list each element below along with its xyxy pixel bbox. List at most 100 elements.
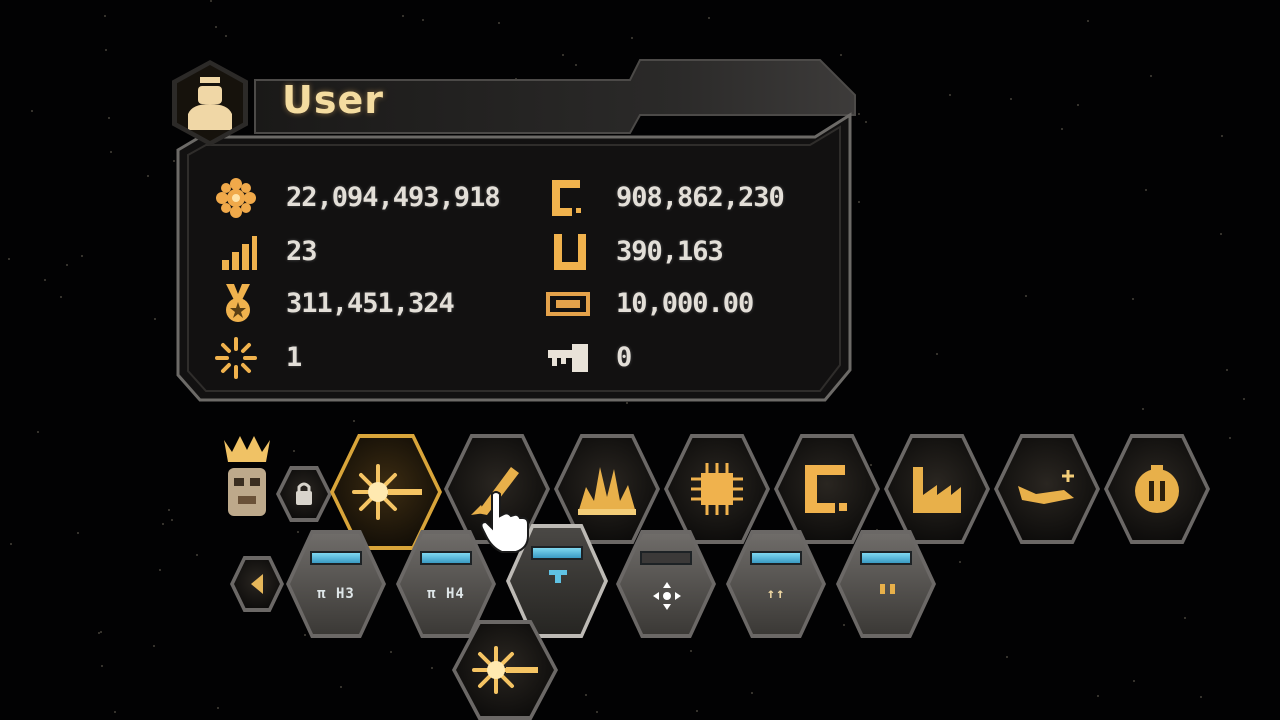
factory-category-button[interactable] [884,434,990,544]
honor-value: 311,451,324 [286,288,455,319]
key-icon [548,344,588,372]
star [431,667,433,669]
star [843,624,845,626]
collapse-bar-button[interactable] [230,556,284,612]
drone-category-button[interactable] [994,434,1100,544]
star [353,420,355,422]
star [168,509,170,511]
laser-turret-icon [549,570,568,584]
star [153,645,155,647]
star [31,110,33,112]
cpu-category-button[interactable] [664,434,770,544]
star [1133,680,1135,682]
ammo-level-bar [530,546,584,561]
ammo-slot-5[interactable]: ↑↑ [726,530,826,638]
ammo-slot-label: ↑↑ [766,586,786,602]
star [104,15,106,17]
uridium-icon [552,180,581,216]
star [631,37,633,39]
ammo-slot-label: π H4 [427,586,465,602]
star [422,19,424,21]
ammo-level-bar [860,551,912,565]
star [751,692,753,694]
star [293,450,295,452]
player-profile-panel: User [160,55,860,410]
key-value: 0 [616,342,632,373]
ammo-slot-label: π H3 [317,586,355,602]
star [1132,298,1134,300]
star [1220,233,1222,235]
star [498,22,500,24]
star [114,711,116,713]
pause-category-button[interactable] [1104,434,1210,544]
star [936,353,938,355]
star [66,264,68,266]
star [37,431,39,433]
star [1010,98,1012,100]
uridium-icon [805,465,847,513]
star [147,175,149,177]
star [949,94,951,96]
star [10,543,12,545]
star [105,49,107,51]
star [8,258,10,260]
star [390,651,392,653]
star [708,17,710,19]
star [696,710,698,712]
ammo-level-bar [420,551,472,565]
star [402,15,404,17]
star [340,686,342,688]
star [60,296,62,298]
star [1229,437,1231,439]
uridium-category-button[interactable] [774,434,880,544]
arrow-left-icon [251,574,263,594]
star [865,121,867,123]
star [100,631,102,633]
ammo-slot-6[interactable] [836,530,936,638]
lock-icon [296,482,312,505]
star [215,26,217,28]
hand-cursor-icon [480,491,529,553]
star [596,711,598,713]
star [1087,20,1089,22]
credits-icon [216,178,256,218]
star [690,650,692,652]
star [297,531,299,533]
star [1006,656,1008,658]
star [1097,695,1099,697]
rocket-ammo-icon [879,584,895,594]
star [110,151,112,153]
credits-value: 22,094,493,918 [286,182,501,213]
premium-crown-icon[interactable] [220,430,274,522]
explosion-icon [578,467,636,515]
star [98,632,100,634]
star [44,279,46,281]
star [1142,408,1144,410]
star [1150,75,1152,77]
ticket-icon [546,292,590,316]
star [77,532,79,534]
star [217,707,219,709]
unit-cargo-icon [554,234,586,270]
ammo-slot-4[interactable] [616,530,716,638]
lock-toggle-button[interactable] [276,466,332,522]
star [1226,369,1228,371]
ammo-level-bar [750,551,802,565]
ticket-value: 10,000.00 [616,288,754,319]
star [304,634,306,636]
star [196,554,198,556]
laser-burst-icon [472,646,538,694]
star [1184,617,1186,619]
star [1061,128,1063,130]
star [870,464,872,466]
rank-value: 1 [286,342,302,373]
honor-medal-icon [226,284,250,322]
cargo-value: 390,163 [616,236,724,267]
ship-icon [1018,470,1074,504]
star [1077,104,1079,106]
player-name: User [282,78,384,122]
chip-icon [691,463,743,515]
star [1025,295,1027,297]
star [1221,135,1223,137]
uridium-value: 908,862,230 [616,182,785,213]
